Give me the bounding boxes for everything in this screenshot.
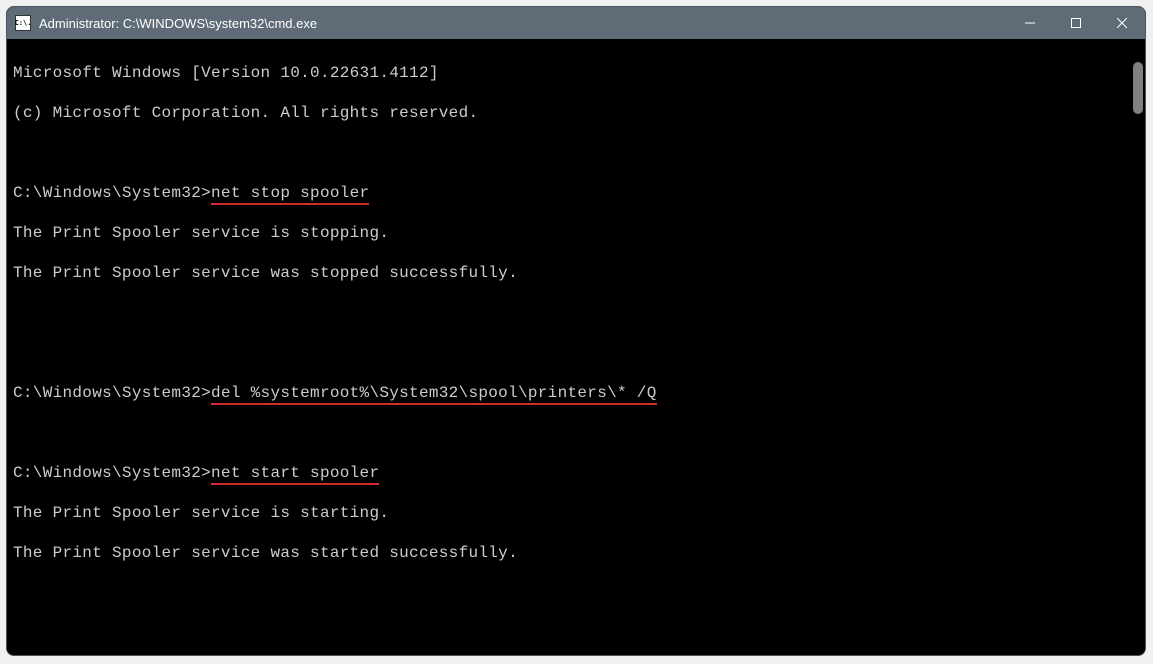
terminal-output: Microsoft Windows [Version 10.0.22631.41… — [13, 63, 1139, 83]
annotation-underline — [211, 203, 369, 205]
cmd-window: C:\. Administrator: C:\WINDOWS\system32\… — [6, 6, 1146, 656]
window-controls — [1007, 7, 1145, 39]
command-text: net start spooler — [211, 464, 379, 482]
annotation-underline — [211, 483, 379, 485]
cmd-icon: C:\. — [15, 15, 31, 31]
window-titlebar[interactable]: C:\. Administrator: C:\WINDOWS\system32\… — [7, 7, 1145, 39]
close-icon — [1117, 18, 1127, 28]
command-text: net stop spooler — [211, 184, 369, 202]
command-prompt: C:\Windows\System32> — [13, 464, 211, 482]
minimize-icon — [1025, 18, 1035, 28]
window-title: Administrator: C:\WINDOWS\system32\cmd.e… — [39, 16, 1007, 31]
command-prompt: C:\Windows\System32> — [13, 384, 211, 402]
terminal-output: The Print Spooler service was started su… — [13, 543, 1139, 563]
terminal-output: The Print Spooler service is starting. — [13, 503, 1139, 523]
annotation-underline — [211, 403, 657, 405]
close-button[interactable] — [1099, 7, 1145, 39]
terminal-output: (c) Microsoft Corporation. All rights re… — [13, 103, 1139, 123]
terminal-body[interactable]: Microsoft Windows [Version 10.0.22631.41… — [7, 39, 1145, 655]
terminal-content: Microsoft Windows [Version 10.0.22631.41… — [13, 43, 1139, 655]
command-text: del %systemroot%\System32\spool\printers… — [211, 384, 657, 402]
command-prompt: C:\Windows\System32> — [13, 184, 211, 202]
terminal-output: The Print Spooler service was stopped su… — [13, 263, 1139, 283]
terminal-output: The Print Spooler service is stopping. — [13, 223, 1139, 243]
maximize-icon — [1071, 18, 1081, 28]
maximize-button[interactable] — [1053, 7, 1099, 39]
minimize-button[interactable] — [1007, 7, 1053, 39]
